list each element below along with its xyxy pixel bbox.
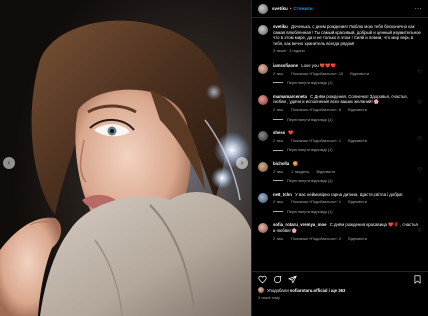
comment-text: ❤️ <box>288 130 294 136</box>
view-replies-label: Переглянути відповіді (1) <box>287 208 333 214</box>
comment-likes[interactable]: Позначки «Подобається»: 2 <box>291 236 341 241</box>
post-header: svetiku • Стежити ··· <box>252 0 428 18</box>
liker-avatar[interactable] <box>258 287 264 293</box>
comment-icon[interactable] <box>273 275 282 284</box>
heart-icon[interactable]: ♡ <box>418 167 422 173</box>
reply-button[interactable]: Відповісти <box>350 71 369 76</box>
author-avatar[interactable] <box>258 3 268 14</box>
comment-text: У вас неймовірно гарна дитина. Щастя,сві… <box>295 191 403 197</box>
view-replies-label: Переглянути відповіді (1) <box>287 147 333 153</box>
view-replies-label: Переглянути відповіді (1) <box>287 80 333 86</box>
caption-text: Доченька, с днем рождения! Люблю мою теб… <box>273 24 421 46</box>
commenter-avatar[interactable] <box>258 192 268 203</box>
portrait-image <box>0 0 251 316</box>
comments-list[interactable]: svetiku Доченька, с днем рождения! Люблю… <box>252 19 428 271</box>
replies-line <box>273 82 283 84</box>
liked-by-prefix: Уподобали <box>267 287 289 293</box>
commenter-avatar[interactable] <box>258 94 268 105</box>
reply-button[interactable]: Відповісти <box>348 138 367 143</box>
caption-avatar[interactable] <box>258 25 268 35</box>
follow-button[interactable]: Стежити <box>293 6 312 11</box>
liked-by-user[interactable]: sofiarotaru.official <box>290 288 328 293</box>
liked-by[interactable]: Уподобали sofiarotaru.official і ще 363 <box>258 287 422 293</box>
view-replies-button[interactable]: Переглянути відповіді (1) <box>273 117 421 123</box>
comment-item: sofia_rotaru_vremya_moe С днём рождения … <box>252 222 428 241</box>
comment-time[interactable]: 2 тиж. <box>273 71 284 76</box>
post-photo[interactable]: ‹ › <box>0 0 251 316</box>
chevron-left-icon[interactable]: ‹ <box>3 157 15 169</box>
comment-time[interactable]: 2 тиж. <box>273 236 284 241</box>
comment-likes[interactable]: 1 тиждень <box>291 169 309 174</box>
comment-time[interactable]: 2 тиж. <box>273 169 284 174</box>
heart-icon[interactable]: ♡ <box>418 136 422 142</box>
comment-text: Love you ❤️❤️❤️ <box>301 62 336 68</box>
author-username[interactable]: svetiku <box>272 6 288 11</box>
comment-username[interactable]: mamamarceneta <box>273 94 307 99</box>
comment-username[interactable]: iamsofiaone <box>273 63 298 68</box>
comment-item: ne8_tchn У вас неймовірно гарна дитина. … <box>252 192 428 215</box>
comment-username[interactable]: shess <box>273 130 285 135</box>
comment-item: iamsofiaone Love you ❤️❤️❤️ 2 тиж. Позна… <box>252 63 428 86</box>
heart-icon[interactable] <box>258 275 267 284</box>
header-separator: • <box>289 6 292 11</box>
replies-line <box>273 149 283 151</box>
comment-item: bicholla 🥰 2 тиж. 1 тиждень Відповісти П… <box>252 161 428 184</box>
replies-line <box>273 118 283 120</box>
replies-line <box>273 180 283 182</box>
comment-item: mamamarceneta С Днём рождения, Солнечко!… <box>252 94 428 122</box>
post-modal: ‹ › svetiku • Стежити ··· svetiku Дочень… <box>0 0 428 316</box>
view-replies-button[interactable]: Переглянути відповіді (1) <box>273 209 421 215</box>
view-replies-button[interactable]: Переглянути відповіді (1) <box>273 80 421 86</box>
reply-button[interactable]: Відповісти <box>317 169 336 174</box>
commenter-avatar[interactable] <box>258 161 268 172</box>
reply-button[interactable]: Відповісти <box>348 107 367 112</box>
view-replies-label: Переглянути відповіді (1) <box>287 178 333 184</box>
post-date[interactable]: 3 тижні тому <box>258 296 422 300</box>
comment-item: shess ❤️ 2 тиж. Позначки «Подобається»: … <box>252 130 428 153</box>
post-actions: Уподобали sofiarotaru.official і ще 363 … <box>252 271 428 316</box>
heart-icon[interactable]: ♡ <box>418 100 422 106</box>
comment-username[interactable]: ne8_tchn <box>273 192 292 197</box>
view-replies-label: Переглянути відповіді (1) <box>287 116 333 122</box>
more-icon[interactable]: ··· <box>415 6 423 12</box>
comment-text: 🥰 <box>292 160 298 166</box>
caption-time: 3 тижні · 3 години <box>273 48 305 54</box>
comment-likes[interactable]: Позначки «Подобається»: 1 <box>291 138 341 143</box>
commenter-avatar[interactable] <box>258 63 268 74</box>
save-icon[interactable] <box>413 275 422 284</box>
share-icon[interactable] <box>288 275 297 284</box>
chevron-right-icon[interactable]: › <box>236 157 248 169</box>
heart-icon[interactable]: ♡ <box>418 198 422 204</box>
post-sidebar: svetiku • Стежити ··· svetiku Доченька, … <box>251 0 428 316</box>
comment-username[interactable]: bicholla <box>273 161 289 166</box>
comment-time[interactable]: 2 тиж. <box>273 138 284 143</box>
comment-likes[interactable]: Позначки «Подобається»: 1 <box>291 199 341 204</box>
comment-likes[interactable]: Позначки «Подобається»: 10 <box>291 71 343 76</box>
view-replies-button[interactable]: Переглянути відповіді (1) <box>273 178 421 184</box>
commenter-avatar[interactable] <box>258 131 268 142</box>
comment-time[interactable]: 2 тиж. <box>273 199 284 204</box>
heart-icon[interactable]: ♡ <box>418 69 422 75</box>
commenter-avatar[interactable] <box>258 223 268 234</box>
caption: svetiku Доченька, с днем рождения! Люблю… <box>252 19 428 54</box>
comment-likes[interactable]: Позначки «Подобається»: 8 <box>291 107 341 112</box>
reply-button[interactable]: Відповісти <box>348 199 367 204</box>
heart-icon[interactable]: ♡ <box>418 228 422 234</box>
caption-username[interactable]: svetiku <box>273 24 288 29</box>
comment-time[interactable]: 2 тиж. <box>273 107 284 112</box>
reply-button[interactable]: Відповісти <box>348 236 367 241</box>
liked-by-suffix[interactable]: і ще 363 <box>329 288 346 293</box>
comment-username[interactable]: sofia_rotaru_vremya_moe <box>273 222 327 227</box>
view-replies-button[interactable]: Переглянути відповіді (1) <box>273 147 421 153</box>
replies-line <box>273 211 283 213</box>
